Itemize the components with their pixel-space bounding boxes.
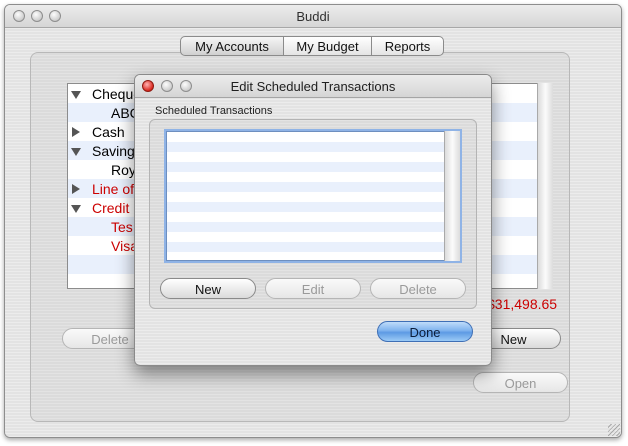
tree-row-3[interactable]: Saving xyxy=(92,142,135,161)
tree-row-6[interactable]: Credit xyxy=(92,199,129,218)
tab-my-budget[interactable]: My Budget xyxy=(283,36,372,56)
tree-row-7[interactable]: Tes xyxy=(111,218,133,237)
expand-arrow-icon[interactable] xyxy=(72,127,80,137)
accounts-tree-scrollbar[interactable] xyxy=(537,83,553,289)
scheduled-transactions-label: Scheduled Transactions xyxy=(155,105,273,117)
open-account-button[interactable]: Open xyxy=(473,372,568,393)
tree-row-2[interactable]: Cash xyxy=(92,123,125,142)
dialog-title: Edit Scheduled Transactions xyxy=(230,79,396,94)
tree-row-5[interactable]: Line of xyxy=(92,180,134,199)
scheduled-transactions-scrollbar[interactable] xyxy=(444,131,460,261)
tab-my-accounts[interactable]: My Accounts xyxy=(180,36,284,56)
new-scheduled-button[interactable]: New xyxy=(160,278,256,299)
edit-scheduled-button[interactable]: Edit xyxy=(265,278,361,299)
collapse-arrow-icon[interactable] xyxy=(71,148,81,156)
done-button[interactable]: Done xyxy=(377,321,473,342)
tab-reports[interactable]: Reports xyxy=(371,36,444,56)
resize-grip-icon[interactable] xyxy=(608,424,620,436)
net-worth-total: $31,498.65 xyxy=(487,296,558,312)
tree-row-4[interactable]: Roy xyxy=(111,161,136,180)
expand-arrow-icon[interactable] xyxy=(72,184,80,194)
scheduled-transactions-dialog: Edit Scheduled Transactions Scheduled Tr… xyxy=(134,74,492,366)
collapse-arrow-icon[interactable] xyxy=(71,91,81,99)
window-title: Buddi xyxy=(296,9,330,24)
title-bar: Buddi xyxy=(5,5,621,28)
delete-scheduled-button[interactable]: Delete xyxy=(370,278,466,299)
scheduled-transactions-list[interactable] xyxy=(166,131,460,261)
collapse-arrow-icon[interactable] xyxy=(71,205,81,213)
dialog-title-bar: Edit Scheduled Transactions xyxy=(135,75,491,98)
